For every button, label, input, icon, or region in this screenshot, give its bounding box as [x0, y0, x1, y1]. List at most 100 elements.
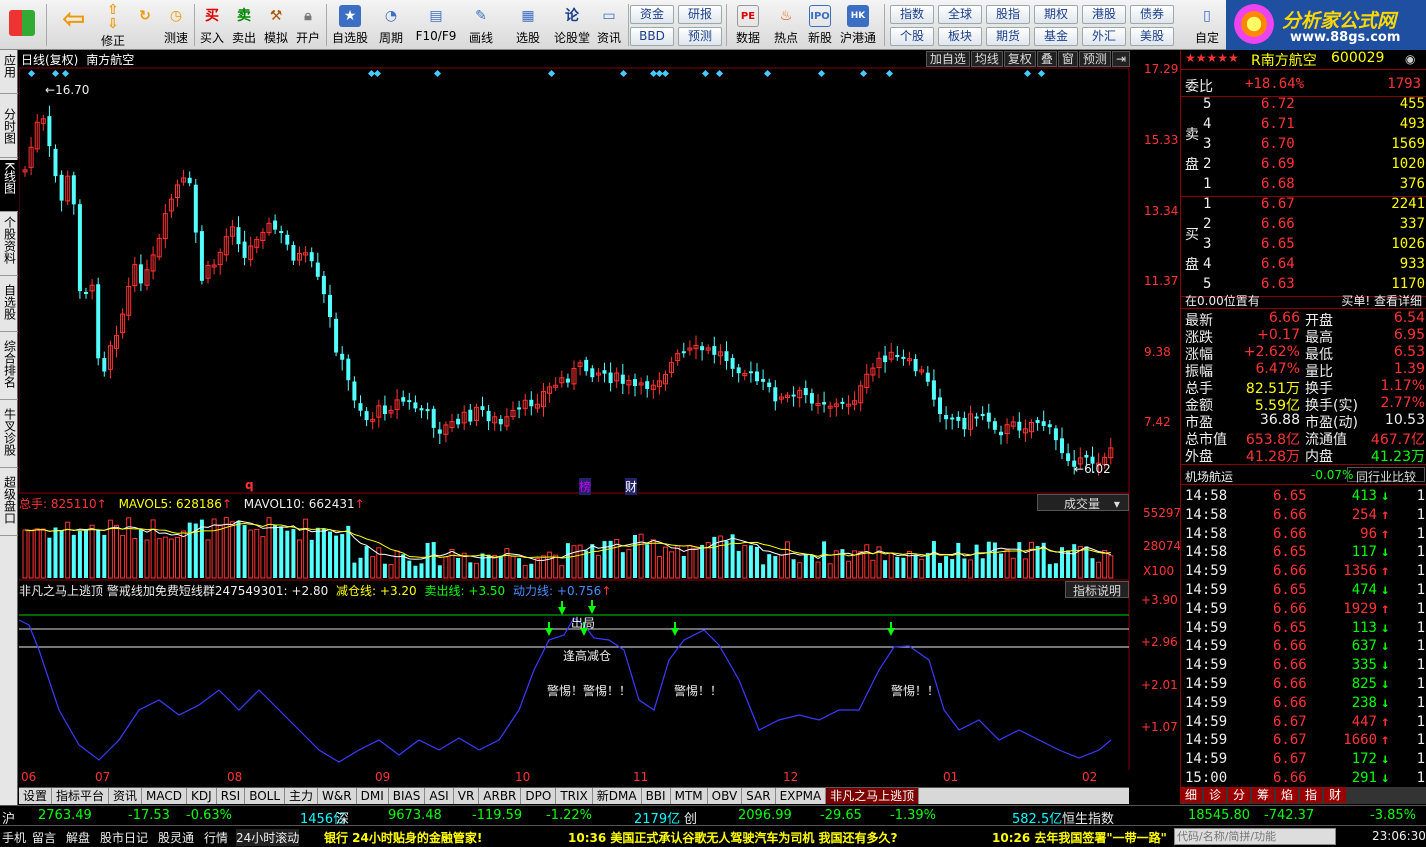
- indicator-tab[interactable]: BIAS: [389, 788, 426, 804]
- btn-futures[interactable]: 期货: [986, 27, 1030, 46]
- order-book-row[interactable]: 4 6.71 493: [1203, 116, 1425, 136]
- indicator-tab[interactable]: ARBR: [479, 788, 522, 804]
- quote-tab[interactable]: 诊: [1204, 787, 1226, 803]
- menu-button[interactable]: [4, 2, 40, 48]
- quote-tab[interactable]: 细: [1180, 787, 1202, 803]
- ipo-button[interactable]: IPO 新股: [804, 2, 836, 48]
- tab-apps[interactable]: 应用: [0, 52, 18, 94]
- customize-button[interactable]: ▯ 自定: [1190, 2, 1224, 48]
- indicator-tab[interactable]: OBV: [708, 788, 743, 804]
- quote-tab[interactable]: 分: [1228, 787, 1250, 803]
- market-link[interactable]: 行情: [204, 829, 228, 846]
- event-marker-finance[interactable]: 财: [625, 478, 638, 495]
- btn-research[interactable]: 研报: [678, 5, 722, 24]
- indicator-tab[interactable]: DPO: [521, 788, 557, 804]
- open-account-button[interactable]: 🔒︎ 开户: [294, 2, 322, 48]
- indicator-tab[interactable]: SAR: [742, 788, 776, 804]
- btn-options[interactable]: 期权: [1034, 5, 1078, 24]
- tab-ranking[interactable]: 综合排名: [0, 338, 18, 400]
- quote-tab[interactable]: 焰: [1276, 787, 1298, 803]
- indicator-tab[interactable]: 主力: [285, 788, 319, 804]
- tab-profile[interactable]: 个股资料: [0, 214, 18, 276]
- order-book-row[interactable]: 3 6.70 1569: [1203, 136, 1425, 156]
- btn-hk-stocks[interactable]: 港股: [1082, 5, 1126, 24]
- speed-test-button[interactable]: ◷ 测速: [160, 2, 192, 48]
- indicator-tab[interactable]: BBI: [642, 788, 671, 804]
- tab-kline[interactable]: K线图: [0, 160, 18, 212]
- stock-picker-button[interactable]: ▦ 选股: [508, 2, 548, 48]
- indicator-tab[interactable]: KDJ: [187, 788, 217, 804]
- btn-sector[interactable]: 板块: [938, 27, 982, 46]
- btn-capital[interactable]: 资金: [630, 5, 674, 24]
- sector-label[interactable]: 机场航运: [1185, 468, 1233, 485]
- mobile-link[interactable]: 手机: [2, 829, 26, 846]
- order-book-row[interactable]: 5 6.72 455: [1203, 96, 1425, 116]
- bank-ad-ticker[interactable]: 银行 24小时贴身的金融管家!: [324, 829, 482, 846]
- forum-button[interactable]: 论 论股堂: [552, 2, 592, 48]
- sell-button[interactable]: 卖 卖出: [230, 2, 258, 48]
- indicator-tab[interactable]: VR: [454, 788, 480, 804]
- btn-us-stocks[interactable]: 美股: [1130, 27, 1174, 46]
- btn-forecast[interactable]: 预测: [678, 27, 722, 46]
- search-input[interactable]: [1175, 829, 1335, 844]
- indicator-tab[interactable]: 资讯: [109, 788, 143, 804]
- indicator-tab[interactable]: EXPMA: [776, 788, 827, 804]
- simulate-button[interactable]: ⚒ 模拟: [262, 2, 290, 48]
- indicator-help-button[interactable]: 指标说明: [1065, 581, 1129, 598]
- watchlist-button[interactable]: ★ 自选股: [330, 2, 370, 48]
- position-detail-link[interactable]: 买单! 查看详细: [1341, 292, 1422, 309]
- hot-button[interactable]: ♨ 热点: [770, 2, 802, 48]
- event-marker-list[interactable]: 榜: [579, 478, 592, 495]
- btn-single-stock[interactable]: 个股: [890, 27, 934, 46]
- indicator-tab[interactable]: MTM: [671, 788, 708, 804]
- indicator-tab[interactable]: MACD: [142, 788, 188, 804]
- buy-button[interactable]: 买 买入: [198, 2, 226, 48]
- indicator-tab[interactable]: 非凡之马上逃顶: [826, 788, 920, 804]
- event-marker-q[interactable]: q: [245, 478, 254, 492]
- tab-super-level2[interactable]: 超级盘口: [0, 474, 18, 536]
- app-icon[interactable]: ◉: [1405, 52, 1415, 66]
- btn-bbd[interactable]: BBD: [630, 27, 674, 46]
- order-book-row[interactable]: 2 6.69 1020: [1203, 156, 1425, 176]
- indicator-tab[interactable]: BOLL: [245, 788, 286, 804]
- kline-chart-area[interactable]: 日线(复权) 南方航空 加自选 均线 复权叠窗预测 ⇥ 17.29 15.33 13.…: [19, 50, 1181, 786]
- correct-button[interactable]: ↻: [130, 2, 160, 48]
- data-button[interactable]: PE 数据: [730, 2, 766, 48]
- quote-tab[interactable]: 指: [1300, 787, 1322, 803]
- indicator-tab[interactable]: W&R: [318, 788, 357, 804]
- diary-link[interactable]: 股市日记: [100, 829, 148, 846]
- indicator-tab[interactable]: RSI: [217, 788, 246, 804]
- back-button[interactable]: ⇦: [55, 2, 91, 48]
- news-ticker-2[interactable]: 10:26 去年我国签署"一带一路": [992, 829, 1172, 846]
- draw-line-button[interactable]: ✎ 画线: [464, 2, 498, 48]
- message-link[interactable]: 留言: [32, 829, 56, 846]
- sector-compare-button[interactable]: 同行业比较: [1347, 467, 1425, 484]
- news-ticker-1[interactable]: 10:36 美国正式承认谷歌无人驾驶汽车为司机 我国还有多久?: [568, 829, 898, 846]
- indicator-tab[interactable]: ASI: [425, 788, 454, 804]
- quote-tab[interactable]: 财: [1324, 787, 1346, 803]
- period-button[interactable]: ◔ 周期: [374, 2, 408, 48]
- indicator-tab[interactable]: DMI: [357, 788, 389, 804]
- stock-wizard-link[interactable]: 股灵通: [158, 829, 194, 846]
- indicator-tab[interactable]: 指标平台: [52, 788, 110, 804]
- rolling-news-tab[interactable]: 24小时滚动: [236, 829, 300, 846]
- order-book-row[interactable]: 2 6.66 337: [1203, 216, 1425, 236]
- indicator-tab[interactable]: TRIX: [556, 788, 593, 804]
- analysis-link[interactable]: 解盘: [66, 829, 90, 846]
- btn-index[interactable]: 指数: [890, 5, 934, 24]
- btn-forex[interactable]: 外汇: [1082, 27, 1126, 46]
- quote-tab[interactable]: 筹: [1252, 787, 1274, 803]
- btn-global[interactable]: 全球: [938, 5, 982, 24]
- tab-intraday[interactable]: 分时图: [0, 106, 18, 158]
- btn-bonds[interactable]: 债券: [1130, 5, 1174, 24]
- news-button[interactable]: ▭ 资讯: [594, 2, 624, 48]
- order-book-row[interactable]: 4 6.64 933: [1203, 256, 1425, 276]
- btn-funds[interactable]: 基金: [1034, 27, 1078, 46]
- f10-button[interactable]: ▤ F10/F9: [414, 2, 458, 48]
- indicator-tab[interactable]: 设置: [19, 788, 53, 804]
- search-box[interactable]: [1174, 828, 1336, 845]
- tab-watchlist[interactable]: 自选股: [0, 282, 18, 332]
- btn-futures-index[interactable]: 股指: [986, 5, 1030, 24]
- nav-updown[interactable]: ⇧ ⇩ 修正: [96, 2, 130, 48]
- order-book-row[interactable]: 3 6.65 1026: [1203, 236, 1425, 256]
